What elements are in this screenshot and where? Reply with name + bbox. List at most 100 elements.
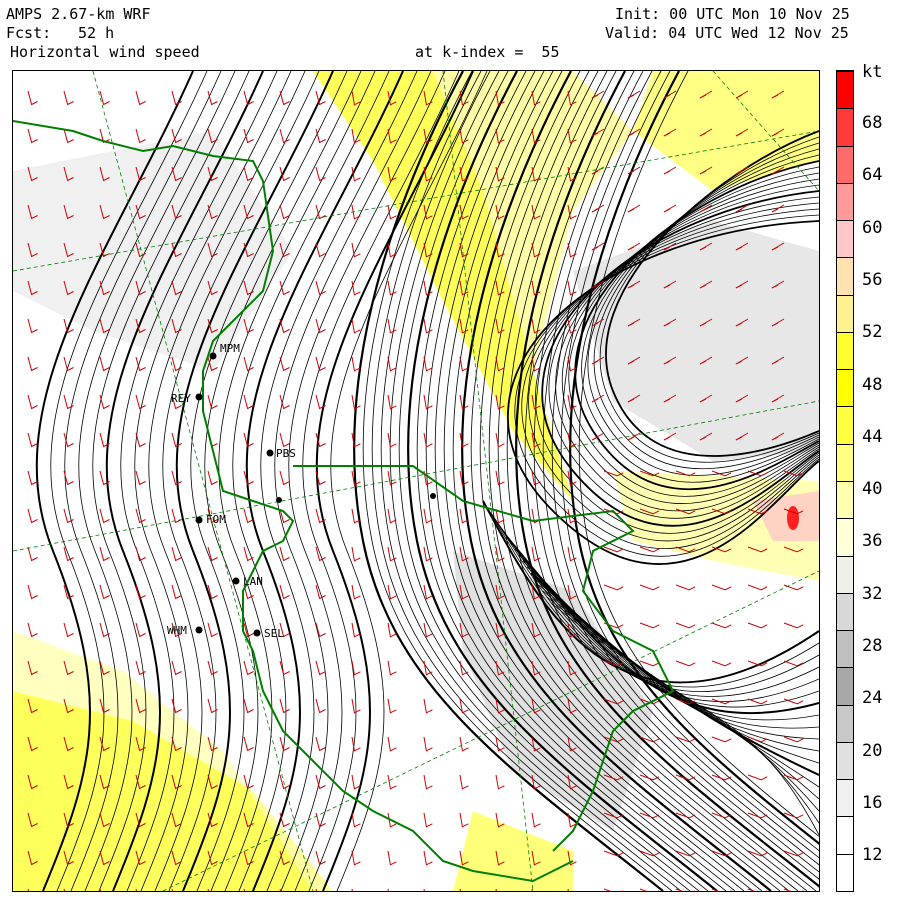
wind-barb [387, 698, 397, 714]
wind-barb [387, 508, 397, 524]
wind-barb [315, 622, 326, 638]
contour-line [245, 71, 404, 891]
wind-barb [27, 508, 38, 524]
wind-barb [495, 546, 505, 562]
wind-barb [243, 356, 254, 372]
wind-barb [591, 242, 605, 251]
wind-barb [423, 508, 433, 524]
colorbar-segment [837, 406, 853, 444]
wind-barb [663, 166, 677, 175]
wind-barb [459, 774, 469, 790]
station-label-pbs: PBS [276, 447, 296, 460]
wind-barb [243, 546, 254, 562]
forecast-hours: 52 h [78, 24, 115, 42]
wind-barb [423, 432, 433, 448]
wind-barb [135, 432, 146, 448]
wind-barb [495, 432, 505, 448]
wind-barb [459, 736, 469, 752]
wind-barb [279, 660, 290, 676]
colorbar-segment [837, 630, 853, 668]
colorbar-segment [837, 257, 853, 295]
wind-barb [99, 356, 110, 372]
station-label-whm: WHM [167, 624, 187, 637]
wind-barb [279, 432, 290, 448]
colorbar-segment [837, 555, 853, 593]
wind-barb [315, 128, 326, 144]
station-dot-whm [195, 626, 203, 634]
wind-barb [567, 546, 577, 562]
wind-barb [387, 470, 397, 486]
colorbar-segment [837, 331, 853, 370]
wind-barb [627, 204, 641, 213]
wind-barb [315, 166, 326, 182]
colorbar-segment [837, 667, 853, 705]
station-label-rey: REY [171, 392, 191, 405]
colorbar-segment [837, 779, 853, 817]
colorbar-tick-label: 56 [862, 269, 883, 290]
station-label-lan: LAN [243, 575, 263, 588]
wind-barb [99, 622, 110, 638]
wind-barb [27, 318, 38, 334]
colorbar-segment [837, 182, 853, 221]
wind-barb [711, 584, 732, 591]
colorbar-segment [837, 704, 853, 742]
wind-barb [27, 356, 38, 372]
wind-barb [423, 812, 433, 828]
colorbar-segment [837, 108, 853, 146]
wind-barb [351, 280, 361, 296]
wind-barb [27, 90, 38, 106]
level-index: at k-index = 55 [415, 43, 560, 61]
wind-barb [315, 546, 326, 562]
wind-barb [243, 660, 254, 676]
wind-barb [99, 470, 110, 486]
wind-barb [495, 774, 505, 790]
colorbar-tick-label: 24 [862, 688, 883, 709]
wind-barb [423, 774, 433, 790]
wind-barb [135, 622, 146, 638]
wind-barb [27, 584, 38, 600]
colorbar-segment [837, 71, 853, 109]
colorbar-segment [837, 518, 853, 556]
wind-barb [135, 546, 146, 562]
wind-barb [243, 698, 254, 714]
wind-barb [27, 622, 38, 638]
station-dot-interior [430, 493, 436, 499]
wind-barb [243, 470, 254, 486]
wind-barb [27, 432, 38, 448]
wind-barb [207, 546, 218, 562]
colorbar-segment [837, 853, 853, 891]
wind-barb [279, 280, 290, 296]
forecast-label: Fcst: [6, 24, 52, 42]
wind-barb [207, 622, 218, 638]
wind-barb [315, 584, 326, 600]
colorbar-tick-label: 48 [862, 374, 883, 395]
colorbar-segment [837, 443, 853, 481]
wind-barb [423, 698, 433, 714]
wind-barb [387, 850, 397, 866]
wind-barb [279, 356, 290, 372]
station-markers: REY FOM LAN WHM SEL PBS MPM [167, 342, 436, 640]
colorbar-tick-label: 44 [862, 426, 883, 447]
wind-barb [351, 546, 361, 562]
wind-barb [135, 128, 146, 144]
wind-barb [603, 584, 624, 591]
wind-speed-map: REY FOM LAN WHM SEL PBS MPM [12, 70, 820, 892]
wind-barb [243, 166, 254, 182]
wind-barb [279, 698, 290, 714]
station-dot-rey [195, 393, 203, 401]
wind-barb [663, 204, 677, 213]
wind-barb [711, 736, 732, 743]
wind-barb [459, 812, 469, 828]
wind-barb [675, 622, 696, 629]
wind-barb [171, 660, 182, 676]
colorbar-segment [837, 294, 853, 332]
colorbar-tick-label: 64 [862, 165, 883, 186]
station-dot-sel [253, 629, 261, 637]
wind-barb [315, 698, 326, 714]
wind-barb [387, 204, 397, 220]
wind-barb [99, 90, 110, 106]
wind-barb [783, 584, 804, 591]
wind-barb [63, 90, 74, 106]
station-dot-lan [232, 577, 240, 585]
wind-barb [423, 546, 433, 562]
